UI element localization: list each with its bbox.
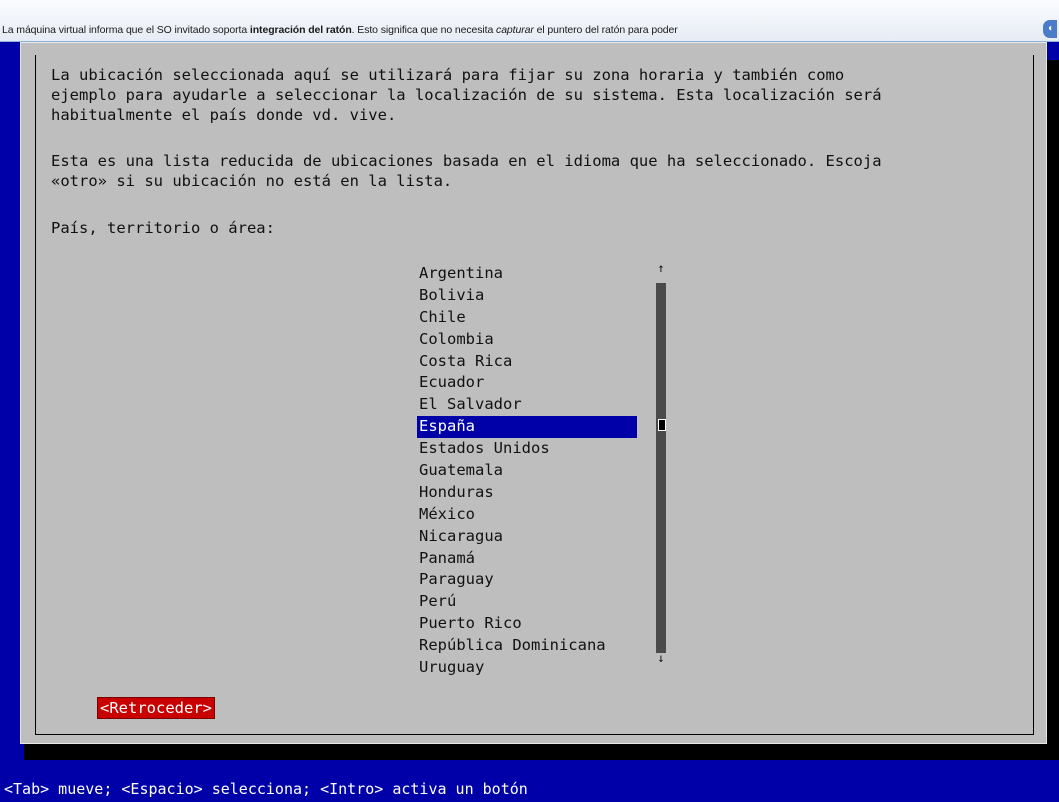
country-list-item[interactable]: Paraguay <box>417 569 637 591</box>
notification-text-1: La máquina virtual informa que el SO inv… <box>2 24 250 36</box>
dialog-list-hint: Esta es una lista reducida de ubicacione… <box>51 152 882 190</box>
notification-message: La máquina virtual informa que el SO inv… <box>2 24 678 36</box>
country-selection-dialog: La ubicación seleccionada aquí se utiliz… <box>20 42 1047 744</box>
notification-text-3: el puntero del ratón para poder <box>533 24 678 36</box>
country-list-item[interactable]: Uruguay <box>417 657 637 679</box>
country-list-item[interactable]: Ecuador <box>417 372 637 394</box>
country-list-scrollbar[interactable] <box>656 283 666 653</box>
country-list-item[interactable]: Puerto Rico <box>417 613 637 635</box>
country-list-item[interactable]: Perú <box>417 591 637 613</box>
country-list-item[interactable]: República Dominicana <box>417 635 637 657</box>
country-list-item[interactable]: Panamá <box>417 548 637 570</box>
dialog-description: La ubicación seleccionada aquí se utiliz… <box>51 66 882 124</box>
country-list[interactable]: Argentina Bolivia Chile Colombia Costa Rica E… <box>417 263 637 679</box>
back-button[interactable]: <Retroceder> <box>97 697 215 719</box>
notification-text-2: . Esto significa que no necesita <box>351 24 497 36</box>
country-prompt-label: País, territorio o área: <box>51 219 275 237</box>
country-list-item[interactable]: Honduras <box>417 482 637 504</box>
scroll-up-arrow-icon[interactable]: ↑ <box>657 261 665 275</box>
country-list-item[interactable]: Bolivia <box>417 285 637 307</box>
country-list-item[interactable]: México <box>417 504 637 526</box>
scrollbar-thumb[interactable] <box>658 419 666 431</box>
mouse-integration-notification: La máquina virtual informa que el SO inv… <box>0 0 1059 42</box>
country-list-item[interactable]: Estados Unidos <box>417 438 637 460</box>
scroll-down-arrow-icon[interactable]: ↓ <box>657 651 665 665</box>
country-list-item[interactable]: Chile <box>417 307 637 329</box>
country-list-item[interactable]: Costa Rica <box>417 351 637 373</box>
country-list-item[interactable]: Guatemala <box>417 460 637 482</box>
notification-bold-text: integración del ratón <box>249 24 352 36</box>
country-list-item[interactable]: Colombia <box>417 329 637 351</box>
country-list-item[interactable]: España <box>417 416 637 439</box>
country-list-item[interactable]: Argentina <box>417 263 637 285</box>
keyboard-help-bar: <Tab> mueve; <Espacio> selecciona; <Intr… <box>0 776 1059 802</box>
country-list-item[interactable]: El Salvador <box>417 394 637 416</box>
notification-close-icon[interactable]: ◖ <box>1043 20 1057 38</box>
notification-italic-text: capturar <box>496 24 534 36</box>
country-list-item[interactable]: Nicaragua <box>417 526 637 548</box>
